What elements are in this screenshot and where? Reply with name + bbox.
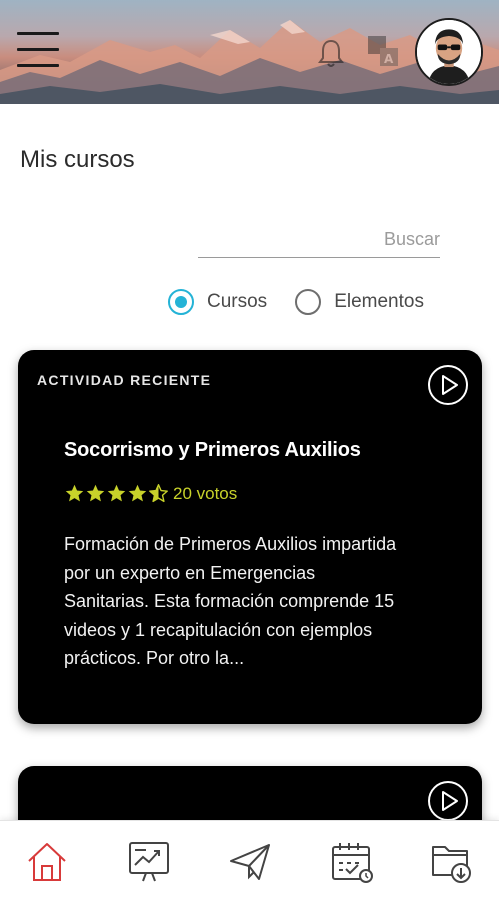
play-icon[interactable] [427, 364, 469, 406]
star-rating [64, 483, 169, 504]
course-rating: 20 votos [64, 483, 237, 504]
page-title: Mis cursos [20, 146, 135, 173]
header-banner: A [0, 0, 499, 104]
nav-calendar[interactable] [329, 839, 375, 885]
nav-home[interactable] [24, 839, 70, 885]
radio-cursos[interactable]: Cursos [168, 289, 267, 315]
nav-send[interactable] [227, 839, 273, 885]
course-title: Socorrismo y Primeros Auxilios [64, 439, 361, 461]
search-field [198, 222, 440, 258]
play-icon[interactable] [427, 780, 469, 822]
search-input[interactable] [198, 222, 440, 257]
home-icon [28, 843, 66, 881]
translate-icon[interactable]: A [366, 34, 400, 68]
send-paper-plane-icon [230, 844, 270, 880]
radio-label: Elementos [334, 291, 424, 312]
radio-label: Cursos [207, 291, 268, 312]
calendar-check-icon [332, 843, 373, 883]
radio-circle [295, 289, 322, 315]
folder-download-icon [432, 846, 471, 883]
votes-count: 20 votos [173, 483, 238, 503]
star-half-icon [149, 484, 168, 503]
presentation-chart-icon [129, 842, 169, 882]
hamburger-menu-icon[interactable] [17, 32, 59, 68]
bottom-navigation [0, 820, 499, 900]
filter-radio-group: Cursos Elementos [168, 288, 424, 316]
menu-line [17, 32, 59, 35]
menu-line [17, 64, 59, 67]
bell-icon[interactable] [318, 38, 344, 68]
nav-presentations[interactable] [126, 839, 172, 885]
star-full-icon [128, 484, 147, 502]
nav-downloads[interactable] [429, 839, 475, 885]
course-description: Formación de Primeros Auxilios impartida… [64, 534, 397, 668]
radio-circle-selected [168, 289, 194, 315]
user-avatar[interactable] [415, 18, 483, 86]
card-kicker: ACTIVIDAD RECIENTE [37, 372, 212, 388]
course-card[interactable]: ACTIVIDAD RECIENTE Socorrismo y Primeros… [18, 350, 482, 724]
avatar-illustration [417, 20, 481, 84]
star-full-icon [65, 484, 84, 502]
star-full-icon [86, 484, 105, 502]
star-full-icon [107, 484, 126, 502]
svg-text:A: A [384, 52, 394, 66]
radio-elementos[interactable]: Elementos [295, 289, 424, 315]
menu-line [17, 48, 59, 51]
